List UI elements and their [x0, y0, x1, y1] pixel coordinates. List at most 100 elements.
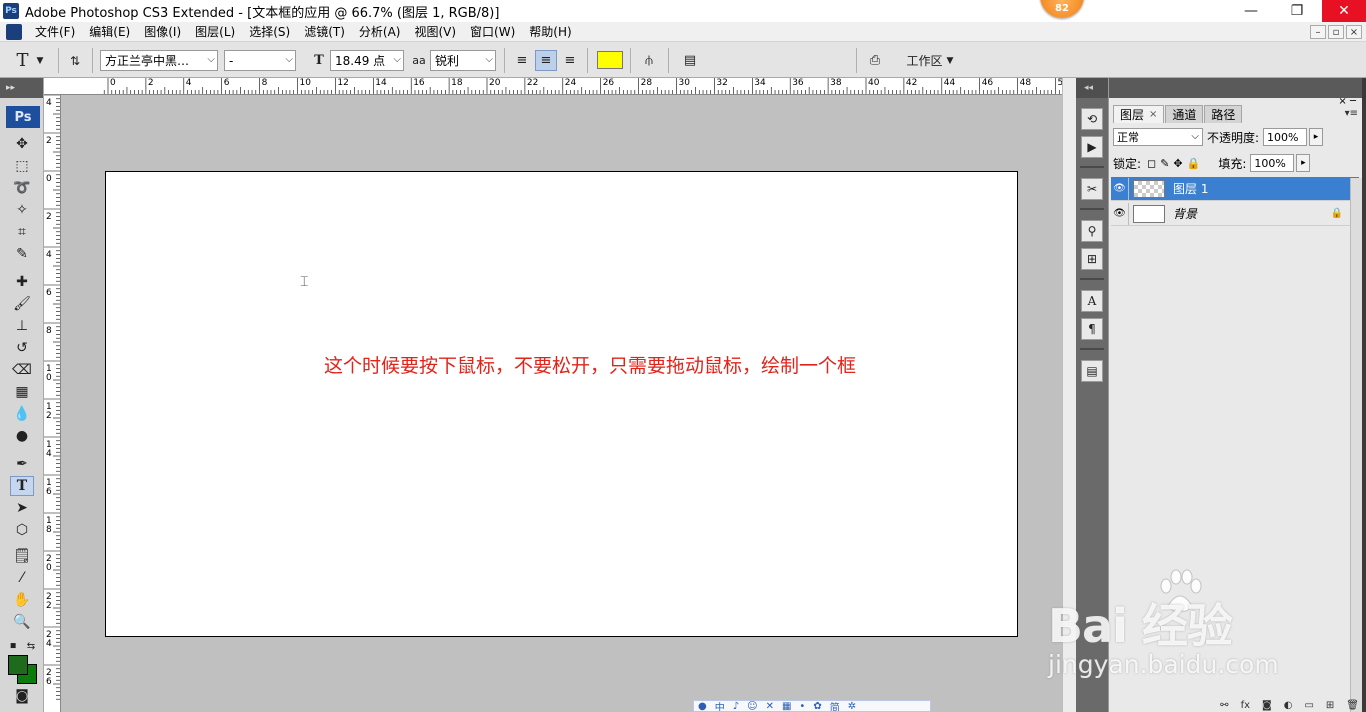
menu-select[interactable]: 选择(S) — [242, 23, 297, 40]
blur-tool-icon[interactable]: 💧 — [10, 404, 34, 424]
layer-comps-icon[interactable]: ▤ — [1081, 360, 1103, 382]
minimize-button[interactable]: — — [1228, 0, 1274, 22]
brushes-panel-icon[interactable]: ⚲ — [1081, 220, 1103, 242]
menu-file[interactable]: 文件(F) — [28, 23, 82, 40]
tool-preset-picker[interactable]: T ▼ — [10, 50, 50, 71]
close-icon[interactable]: × — [1149, 109, 1157, 120]
ime-tools-icon[interactable]: ✿ — [813, 701, 821, 711]
tool-presets-icon[interactable]: ✂ — [1081, 178, 1103, 200]
hand-tool-icon[interactable]: ✋ — [10, 590, 34, 610]
paragraph-icon[interactable]: ¶ — [1081, 318, 1103, 340]
document-icon[interactable] — [6, 23, 22, 40]
ime-voice-icon[interactable]: ✕ — [766, 701, 774, 711]
character-panel-icon[interactable]: ▤ — [679, 50, 701, 71]
panel-close-icon[interactable]: × ─ — [1338, 96, 1356, 107]
warp-text-icon[interactable]: ⫛ — [638, 50, 660, 71]
ime-simplified-icon[interactable]: 简 — [830, 701, 840, 712]
layer-row[interactable]: 👁 背景 🔒 — [1111, 202, 1359, 226]
pen-tool-icon[interactable]: ✒ — [10, 454, 34, 474]
menu-view[interactable]: 视图(V) — [407, 23, 463, 40]
layers-scrollbar[interactable] — [1350, 178, 1362, 712]
ime-emoji-icon[interactable]: ☺ — [747, 701, 757, 711]
font-style-select[interactable]: - ⌵ — [224, 50, 296, 71]
menu-analysis[interactable]: 分析(A) — [352, 23, 408, 40]
menu-window[interactable]: 窗口(W) — [463, 23, 522, 40]
lock-image-icon[interactable]: ✎ — [1160, 157, 1169, 170]
align-center-icon[interactable]: ≡ — [535, 50, 557, 71]
history-brush-icon[interactable]: ↺ — [10, 338, 34, 358]
menu-help[interactable]: 帮助(H) — [522, 23, 578, 40]
workspace-button[interactable]: 工作区 ▼ — [900, 50, 960, 71]
menu-edit[interactable]: 编辑(E) — [82, 23, 137, 40]
doc-restore-icon[interactable]: ▫ — [1328, 25, 1344, 39]
move-tool-icon[interactable]: ✥ — [10, 134, 34, 154]
menu-filter[interactable]: 滤镜(T) — [297, 23, 352, 40]
foreground-color-swatch[interactable] — [8, 655, 28, 675]
panel-header[interactable] — [1109, 78, 1362, 98]
menu-layer[interactable]: 图层(L) — [188, 23, 242, 40]
fill-slider-icon[interactable]: ▸ — [1296, 154, 1311, 172]
zoom-tool-icon[interactable]: 🔍 — [10, 612, 34, 632]
align-right-icon[interactable]: ≡ — [559, 50, 581, 71]
crop-tool-icon[interactable]: ⌗ — [10, 222, 34, 242]
ime-logo-icon[interactable]: ● — [698, 701, 707, 711]
notes-tool-icon[interactable]: 🗒 — [10, 546, 34, 566]
slice-tool-icon[interactable]: ✎ — [10, 244, 34, 264]
lasso-tool-icon[interactable]: ➰ — [10, 178, 34, 198]
quick-mask-icon[interactable]: ◙ — [10, 686, 34, 706]
doc-minimize-icon[interactable]: – — [1310, 25, 1326, 39]
delete-layer-icon[interactable]: 🗑 — [1346, 700, 1359, 712]
new-group-icon[interactable]: ▭ — [1304, 700, 1313, 712]
marquee-tool-icon[interactable]: ⬚ — [10, 156, 34, 176]
panel-menu-icon[interactable]: ▾≡ — [1345, 108, 1358, 119]
character-icon[interactable]: A — [1081, 290, 1103, 312]
link-layers-icon[interactable]: ⚯ — [1220, 700, 1228, 712]
clone-source-icon[interactable]: ⊞ — [1081, 248, 1103, 270]
ime-keyboard-icon[interactable]: ▦ — [782, 701, 791, 711]
path-selection-icon[interactable]: ➤ — [10, 498, 34, 518]
layer-style-icon[interactable]: fx — [1241, 700, 1250, 712]
healing-brush-icon[interactable]: ✚ — [10, 272, 34, 292]
font-size-select[interactable]: 18.49 点 ⌵ — [330, 50, 404, 71]
gradient-tool-icon[interactable]: ▦ — [10, 382, 34, 402]
close-button[interactable]: ✕ — [1322, 0, 1366, 22]
dock-header[interactable]: ◂◂ — [1076, 78, 1108, 98]
shape-tool-icon[interactable]: ⬡ — [10, 520, 34, 540]
antialias-select[interactable]: 锐利 ⌵ — [430, 50, 496, 71]
eraser-tool-icon[interactable]: ⌫ — [10, 360, 34, 380]
align-left-icon[interactable]: ≡ — [511, 50, 533, 71]
layer-mask-icon[interactable]: ◙ — [1262, 700, 1272, 712]
swap-colors-icon[interactable]: ⇆ — [24, 636, 38, 656]
vertical-scrollbar[interactable] — [1062, 78, 1076, 712]
lock-all-icon[interactable]: 🔒 — [1187, 157, 1201, 170]
document-canvas[interactable] — [105, 171, 1018, 637]
tab-paths[interactable]: 路径 — [1204, 105, 1243, 123]
visibility-eye-icon[interactable]: 👁 — [1111, 202, 1129, 225]
clone-stamp-icon[interactable]: ⊥ — [10, 316, 34, 336]
visibility-eye-icon[interactable]: 👁 — [1111, 177, 1129, 200]
actions-panel-icon[interactable]: ▶ — [1081, 136, 1103, 158]
opacity-slider-icon[interactable]: ▸ — [1309, 128, 1324, 146]
new-layer-icon[interactable]: ⊞ — [1326, 700, 1334, 712]
ime-skin-icon[interactable]: • — [799, 701, 805, 711]
lock-transparent-icon[interactable]: ◻ — [1147, 157, 1156, 170]
font-family-select[interactable]: 方正兰亭中黑… ⌵ — [100, 50, 218, 71]
restore-button[interactable]: ❐ — [1274, 0, 1320, 22]
brush-tool-icon[interactable]: 🖌 — [10, 294, 34, 314]
bridge-icon[interactable]: ⎙ — [862, 50, 888, 71]
ime-mode-icon[interactable]: 中 — [715, 701, 725, 712]
notification-badge[interactable]: 82 — [1040, 0, 1084, 18]
toolbox-header[interactable]: ▸▸ — [0, 78, 43, 98]
lock-position-icon[interactable]: ✥ — [1173, 157, 1182, 170]
ps-logo[interactable]: Ps — [6, 106, 40, 128]
adjustment-layer-icon[interactable]: ◐ — [1284, 700, 1293, 712]
blend-mode-select[interactable]: 正常 ⌵ — [1113, 128, 1203, 146]
doc-close-icon[interactable]: × — [1346, 25, 1362, 39]
dodge-tool-icon[interactable]: ● — [10, 426, 34, 446]
magic-wand-tool-icon[interactable]: ✧ — [10, 200, 34, 220]
tab-layers[interactable]: 图层 × — [1113, 105, 1165, 123]
menu-image[interactable]: 图像(I) — [137, 23, 188, 40]
history-panel-icon[interactable]: ⟲ — [1081, 108, 1103, 130]
ime-settings-icon[interactable]: ✲ — [848, 701, 856, 711]
tab-channels[interactable]: 通道 — [1165, 105, 1204, 123]
